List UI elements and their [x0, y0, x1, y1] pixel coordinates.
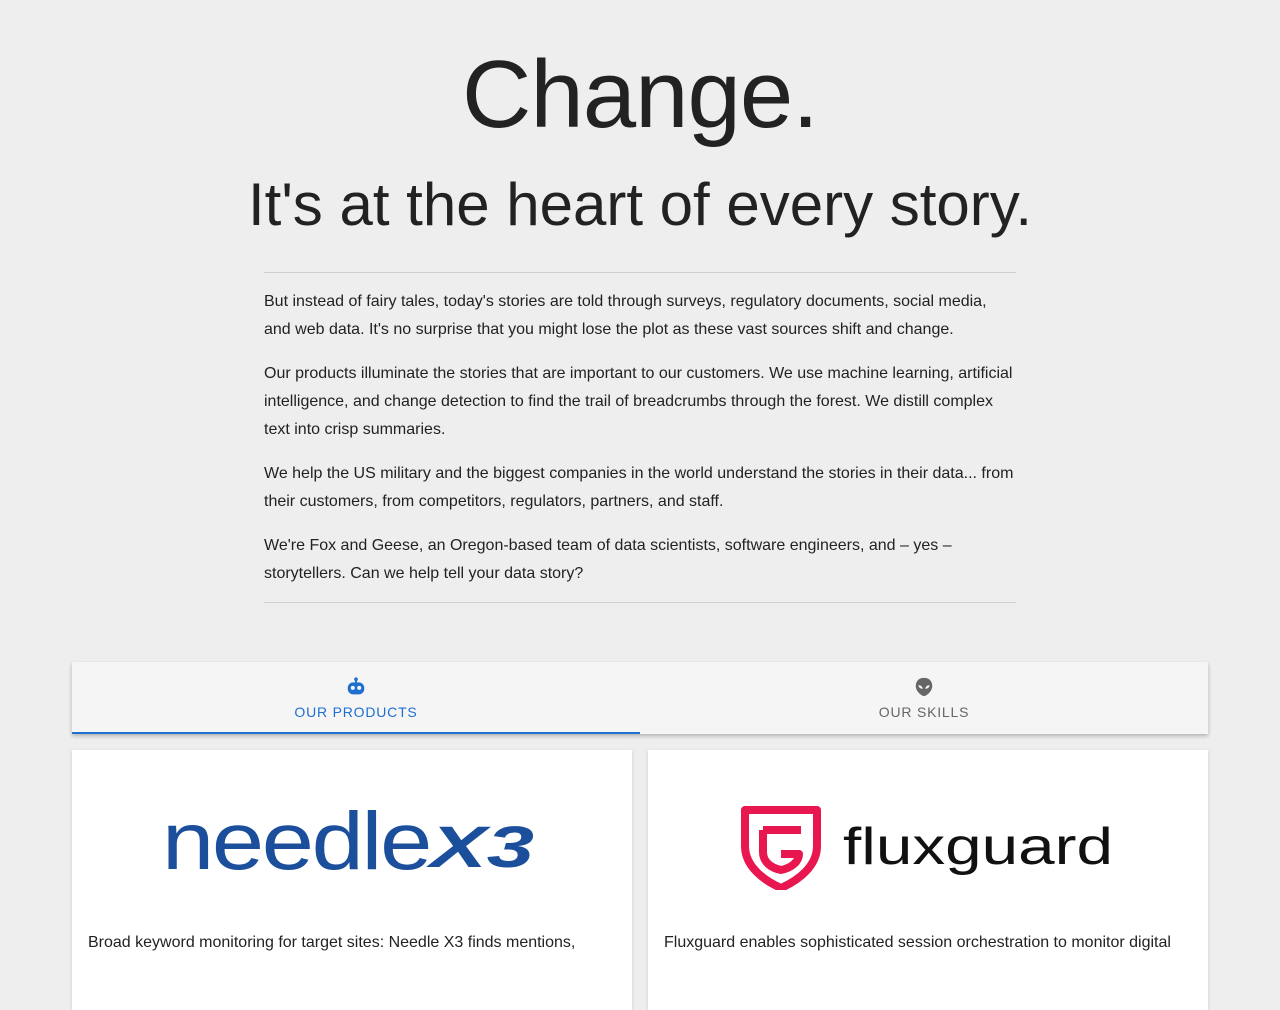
tab-label: OUR PRODUCTS	[294, 704, 418, 720]
fluxguard-shield-icon	[741, 806, 821, 890]
needle-x3-logo-image: needle X3	[162, 807, 534, 887]
intro-paragraph: We're Fox and Geese, an Oregon-based tea…	[264, 537, 952, 582]
product-cards: needle X3 Broad keyword monitoring for t…	[72, 750, 1208, 1010]
product-card-fluxguard[interactable]: fluxguard Fluxguard enables sophisticate…	[648, 750, 1208, 1010]
tab-our-products[interactable]: OUR PRODUCTS	[72, 662, 640, 734]
x3-badge: X3	[426, 815, 534, 880]
needle-x3-logo: needle X3	[72, 802, 632, 892]
alien-icon	[913, 676, 935, 698]
intro-paragraph: We help the US military and the biggest …	[264, 465, 1014, 510]
intro-section: But instead of fairy tales, today's stor…	[264, 272, 1016, 603]
needle-wordmark: needle	[162, 807, 430, 887]
fluxguard-wordmark: fluxguard	[843, 818, 1113, 876]
tab-label: OUR SKILLS	[878, 704, 970, 720]
fluxguard-logo-image: fluxguard	[741, 806, 1113, 890]
fluxguard-logo: fluxguard	[648, 802, 1208, 892]
robot-icon	[345, 676, 367, 698]
intro-paragraph: Our products illuminate the stories that…	[264, 365, 1013, 438]
tab-our-skills[interactable]: OUR SKILLS	[640, 662, 1208, 734]
page-title: Change.	[462, 41, 819, 148]
intro-paragraph: But instead of fairy tales, today's stor…	[264, 293, 987, 338]
product-description: Fluxguard enables sophisticated session …	[664, 934, 1171, 951]
product-card-needle-x3[interactable]: needle X3 Broad keyword monitoring for t…	[72, 750, 632, 1010]
tab-bar: OUR PRODUCTS OUR SKILLS	[72, 662, 1208, 734]
product-description: Broad keyword monitoring for target site…	[88, 934, 576, 951]
page-subtitle: It's at the heart of every story.	[247, 171, 1032, 238]
